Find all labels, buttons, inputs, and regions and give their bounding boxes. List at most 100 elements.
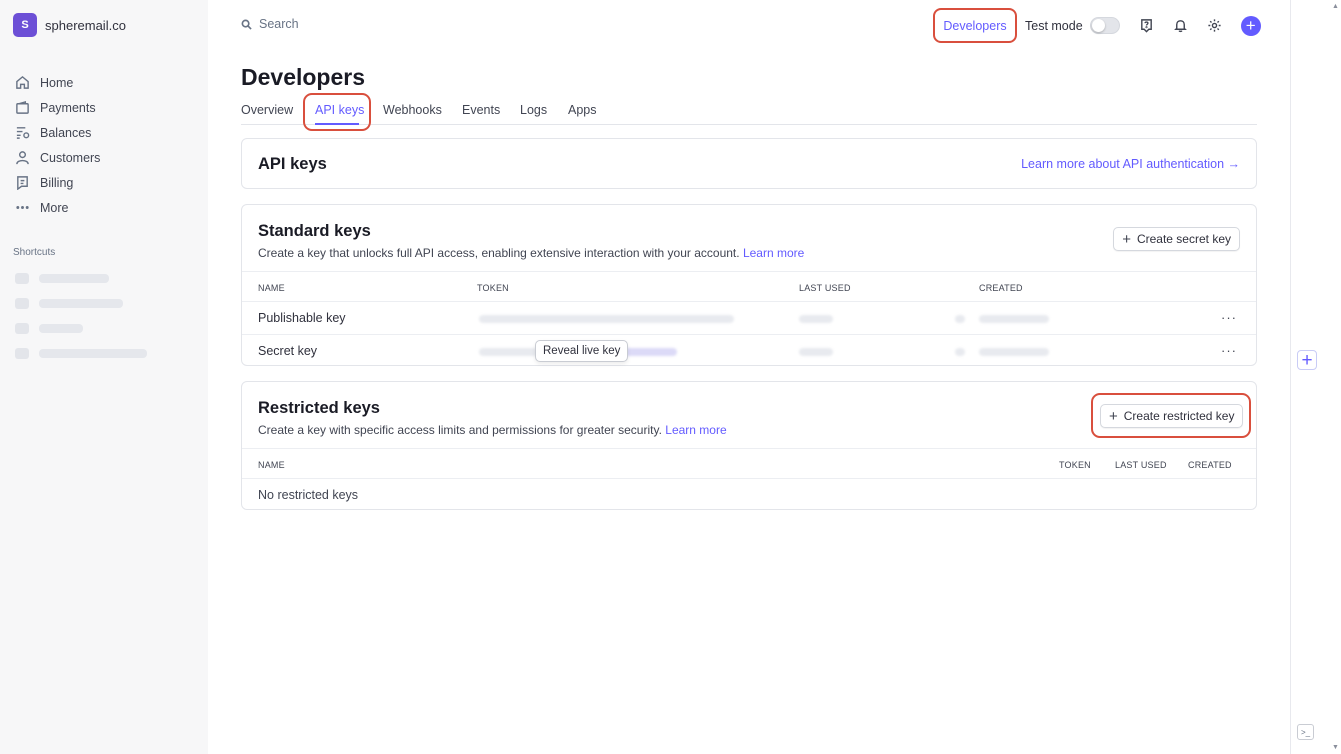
shortcut-icon	[15, 323, 29, 334]
restricted-keys-heading: Restricted keys	[258, 399, 380, 417]
column-header-created: CREATED	[1188, 460, 1232, 470]
sidebar-item-billing[interactable]: Billing	[15, 170, 100, 195]
created-icon-redacted	[955, 348, 965, 356]
add-panel-button[interactable]: +	[1297, 350, 1317, 370]
tab-events[interactable]: Events	[462, 103, 500, 117]
row-menu-button[interactable]: ···	[1221, 343, 1237, 358]
shortcut-icon	[15, 348, 29, 359]
shortcut-label-redacted	[39, 324, 83, 333]
last-used-redacted	[799, 348, 833, 356]
shortcut-label-redacted	[39, 274, 109, 283]
developers-link[interactable]: Developers	[933, 8, 1017, 43]
table-divider	[242, 271, 1256, 272]
api-keys-heading: API keys	[258, 155, 327, 173]
shortcut-label-redacted	[39, 349, 147, 358]
right-rail	[1290, 0, 1341, 754]
bell-icon	[1173, 20, 1187, 33]
developer-tabs: Overview API keys Webhooks Events Logs A…	[241, 93, 1257, 131]
search-icon	[241, 19, 252, 30]
row-menu-button[interactable]: ···	[1221, 310, 1237, 325]
search-placeholder: Search	[259, 17, 299, 31]
shortcut-item[interactable]	[15, 341, 147, 366]
tab-webhooks[interactable]: Webhooks	[383, 103, 442, 117]
reveal-live-key-tooltip[interactable]: Reveal live key	[535, 340, 629, 362]
tab-logs[interactable]: Logs	[520, 103, 547, 117]
key-name: Secret key	[258, 344, 318, 358]
scroll-up-arrow[interactable]: ▲	[1332, 3, 1339, 10]
sidebar-item-label: Billing	[40, 175, 74, 190]
settings-button[interactable]	[1207, 18, 1222, 33]
api-keys-tab-highlight	[303, 93, 371, 131]
column-header-name: NAME	[258, 460, 285, 470]
plus-icon: +	[1245, 16, 1256, 35]
create-secret-key-button[interactable]: + Create secret key	[1113, 227, 1240, 251]
standard-keys-description-text: Create a key that unlocks full API acces…	[258, 246, 740, 260]
balances-icon	[16, 127, 30, 139]
terminal-button[interactable]: >_	[1297, 724, 1314, 740]
billing-icon	[17, 176, 28, 190]
tab-overview[interactable]: Overview	[241, 103, 293, 117]
standard-keys-description: Create a key that unlocks full API acces…	[258, 246, 804, 260]
sidebar-item-label: Customers	[40, 150, 101, 165]
sidebar-item-label: Balances	[40, 125, 92, 140]
sidebar-item-more[interactable]: More	[15, 195, 100, 220]
shortcuts-list	[15, 266, 147, 366]
sidebar-item-label: Home	[40, 75, 74, 90]
more-icon	[16, 206, 29, 209]
last-used-redacted	[799, 315, 833, 323]
learn-api-auth-link[interactable]: Learn more about API authentication →	[1021, 157, 1240, 171]
column-header-created: CREATED	[979, 283, 1023, 293]
account-name: spheremail.co	[45, 17, 126, 33]
table-divider	[242, 334, 1256, 335]
account-switcher[interactable]: S spheremail.co	[13, 13, 126, 37]
topbar-actions: Developers Test mode +	[933, 8, 1261, 43]
standard-keys-header: Standard keys Create a key that unlocks …	[258, 222, 804, 260]
column-header-token: TOKEN	[477, 283, 509, 293]
token-redacted	[479, 348, 539, 356]
search-bar[interactable]: Search	[241, 17, 299, 31]
empty-state-text: No restricted keys	[258, 488, 359, 502]
scroll-down-arrow[interactable]: ▼	[1332, 744, 1339, 751]
sidebar-item-balances[interactable]: Balances	[15, 120, 100, 145]
sidebar-nav: Home Payments Balances Customers Billing…	[15, 70, 100, 220]
table-divider	[242, 301, 1256, 302]
create-new-button[interactable]: +	[1240, 15, 1261, 36]
standard-keys-heading: Standard keys	[258, 222, 371, 240]
tab-apps[interactable]: Apps	[568, 103, 597, 117]
account-logo: S	[13, 13, 37, 37]
sidebar-item-label: More	[40, 200, 69, 215]
test-mode-toggle[interactable]	[1089, 17, 1120, 34]
token-redacted[interactable]	[479, 315, 734, 323]
restricted-keys-header: Restricted keys Create a key with specif…	[258, 399, 727, 437]
restricted-keys-description: Create a key with specific access limits…	[258, 423, 727, 437]
shortcuts-heading: Shortcuts	[13, 247, 56, 258]
plus-icon: +	[1301, 349, 1313, 371]
shortcut-item[interactable]	[15, 266, 147, 291]
restricted-keys-learn-more-link[interactable]: Learn more	[665, 423, 726, 437]
create-restricted-key-highlight	[1091, 393, 1251, 438]
home-icon	[16, 75, 29, 89]
help-icon	[1140, 19, 1152, 33]
shortcut-icon	[15, 298, 29, 309]
plus-icon: +	[1122, 230, 1131, 248]
person-icon	[16, 151, 29, 165]
restricted-keys-description-text: Create a key with specific access limits…	[258, 423, 662, 437]
standard-keys-learn-more-link[interactable]: Learn more	[743, 246, 804, 260]
shortcut-item[interactable]	[15, 316, 147, 341]
shortcut-item[interactable]	[15, 291, 147, 316]
sidebar-item-customers[interactable]: Customers	[15, 145, 100, 170]
table-divider	[242, 448, 1256, 449]
created-redacted	[979, 348, 1049, 356]
page-title: Developers	[241, 64, 366, 90]
sidebar-item-payments[interactable]: Payments	[15, 95, 100, 120]
help-button[interactable]	[1139, 18, 1154, 33]
created-redacted	[979, 315, 1049, 323]
create-secret-key-label: Create secret key	[1136, 232, 1231, 246]
sidebar: S spheremail.co Home Payments Balances C…	[0, 0, 208, 754]
terminal-icon: >_	[1300, 727, 1311, 737]
notifications-button[interactable]	[1173, 18, 1188, 33]
sidebar-item-home[interactable]: Home	[15, 70, 100, 95]
column-header-last-used: LAST USED	[799, 283, 851, 293]
gear-icon	[1208, 19, 1221, 32]
column-header-name: NAME	[258, 283, 285, 293]
